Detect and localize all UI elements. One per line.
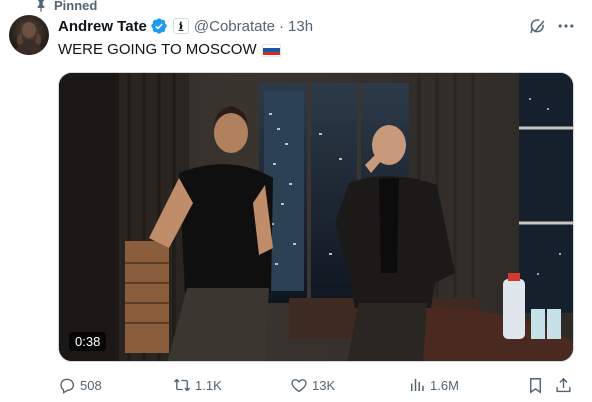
tweet-header: Andrew Tate @Cobratate · 13h <box>58 15 313 37</box>
views-chart-icon <box>411 379 424 391</box>
pin-icon <box>37 0 45 12</box>
video-thumbnail[interactable] <box>59 73 574 362</box>
video-duration: 0:38 <box>69 332 107 351</box>
bookmark-icon <box>530 377 541 394</box>
video-player[interactable]: 0:38 <box>58 72 574 362</box>
more-options-icon[interactable] <box>556 16 576 36</box>
like-button[interactable]: 13K <box>290 374 335 396</box>
tweet-body: WERE GOING TO MOSCOW <box>58 41 257 58</box>
grok-icon[interactable] <box>528 16 548 36</box>
view-count: 1.6M <box>430 377 459 393</box>
russia-flag-emoji <box>261 43 281 57</box>
tweet-timestamp[interactable]: 13h <box>288 18 313 35</box>
pinned-indicator: Pinned <box>34 0 97 14</box>
author-name[interactable]: Andrew Tate <box>58 18 147 35</box>
verified-badge-icon[interactable] <box>150 17 168 35</box>
repost-count: 1.1K <box>195 377 222 393</box>
tweet-text: WERE GOING TO MOSCOW <box>58 40 281 60</box>
repost-icon <box>173 378 191 392</box>
tweet-actions: 508 1.1K 13K 1.6M <box>56 374 576 396</box>
pinned-label: Pinned <box>54 0 98 13</box>
share-icon <box>556 377 571 392</box>
affiliate-badge-icon[interactable] <box>172 18 189 34</box>
reply-icon <box>60 378 75 394</box>
separator-dot: · <box>279 17 285 35</box>
like-count: 13K <box>312 377 336 393</box>
heart-icon <box>291 379 307 393</box>
author-handle[interactable]: @Cobratate <box>194 18 275 35</box>
reply-count: 508 <box>80 377 102 393</box>
author-avatar[interactable] <box>9 15 49 55</box>
share-button[interactable] <box>554 374 573 396</box>
bookmark-button[interactable] <box>526 374 545 396</box>
reply-button[interactable]: 508 <box>58 374 102 396</box>
views-button[interactable]: 1.6M <box>408 374 459 396</box>
repost-button[interactable]: 1.1K <box>173 374 222 396</box>
